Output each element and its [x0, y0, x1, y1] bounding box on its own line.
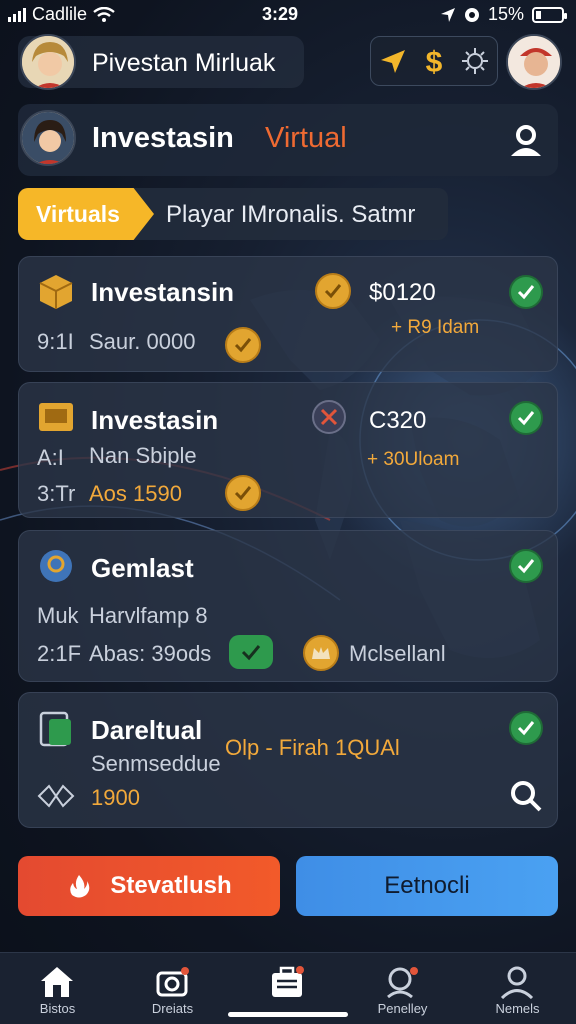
search-icon[interactable] — [509, 779, 543, 813]
user-avatar[interactable] — [20, 34, 76, 90]
check-icon — [509, 275, 543, 309]
send-icon[interactable] — [378, 46, 408, 76]
toolbar-actions: $ — [370, 36, 498, 86]
folder-icon — [39, 403, 73, 431]
card-value: 1900 — [91, 785, 140, 810]
tab-profile[interactable]: Nemels — [460, 953, 575, 1024]
card-time: 9:1I — [37, 329, 74, 354]
card-detail-2: Abas: 39ods — [89, 641, 212, 666]
secondary-action-label: Eetnocli — [384, 872, 470, 899]
card-title: Investansin — [91, 277, 235, 307]
card-title: Investasin — [91, 405, 219, 435]
battery-percent: 15% — [487, 4, 524, 24]
tab-label: Penelley — [377, 1001, 428, 1016]
card-time-2: 3:Tr — [37, 481, 76, 506]
dollar-icon[interactable]: $ — [421, 44, 447, 78]
secondary-avatar[interactable] — [506, 34, 562, 90]
investment-card-3[interactable]: Gemlast Muk Harvlfamp 8 2:1F Abas: 39ods… — [18, 530, 558, 682]
clock: 3:29 — [262, 4, 299, 24]
home-icon — [41, 967, 73, 997]
confirm-button[interactable] — [229, 635, 273, 669]
primary-action-label: Stevatlush — [110, 872, 232, 899]
app-header-avatar — [20, 110, 76, 166]
tab-label: Bistos — [39, 1001, 76, 1016]
category-bar: Virtuals Playar IMronalis. Satmr — [18, 188, 448, 240]
investment-card-2[interactable]: Investasin C320 A:I Nan Sbiple + 30Uloam… — [18, 382, 558, 518]
investment-card-1[interactable]: Investansin $0120 9:1I Saur. 0000 + R9 I… — [18, 256, 558, 372]
card-detail: Senmseddue — [91, 751, 221, 776]
search-person-icon — [387, 967, 418, 999]
check-icon — [509, 549, 543, 583]
svg-text:$: $ — [426, 46, 443, 78]
signal-icon — [8, 7, 26, 22]
profile-icon — [500, 966, 534, 999]
tab-home[interactable]: Bistos — [0, 953, 115, 1024]
card-detail-2: Aos 1590 — [89, 481, 182, 506]
card-detail: Nan Sbiple — [89, 443, 197, 468]
profile-title: Pivestan Mirluak — [92, 49, 276, 77]
flame-icon — [70, 875, 90, 898]
tag-icon — [312, 400, 346, 434]
check-icon — [509, 711, 543, 745]
card-title: Gemlast — [91, 553, 194, 583]
crown-icon — [303, 635, 339, 671]
card-title: Dareltual — [91, 715, 203, 745]
card-detail: Saur. 0000 — [89, 329, 196, 354]
virtuals-chip[interactable]: Virtuals — [18, 188, 154, 240]
card-amount: C320 — [369, 407, 427, 434]
location-arrow-icon — [440, 7, 455, 22]
card-time: A:I — [37, 445, 64, 470]
app-header: Investasin Virtual — [18, 104, 558, 176]
tab-search-people[interactable]: Penelley — [345, 953, 460, 1024]
carrier-name: Cadlile — [32, 4, 88, 24]
app-title-accent: Virtual — [265, 122, 347, 154]
tab-label: Nemels — [495, 1001, 540, 1016]
settings-icon[interactable] — [460, 46, 490, 76]
virtuals-chip-label: Virtuals — [36, 201, 120, 227]
focus-icon — [464, 7, 479, 22]
app-title: Investasin — [92, 122, 234, 154]
battery-icon — [532, 6, 567, 23]
camera-icon — [156, 967, 189, 997]
card-change: + 30Uloam — [367, 449, 460, 470]
network-icon — [37, 784, 75, 808]
check-icon — [509, 401, 543, 435]
box-icon — [39, 275, 73, 309]
secondary-action-button[interactable]: Eetnocli — [296, 856, 558, 916]
primary-action-button[interactable]: Stevatlush — [18, 856, 280, 916]
investment-card-4[interactable]: Dareltual Senmseddue Olp - Firah 1QUAl 1… — [18, 692, 558, 828]
coin-check-icon — [225, 327, 261, 363]
home-indicator[interactable] — [228, 1012, 348, 1017]
status-bar: Cadlile 3:29 15% — [0, 0, 576, 30]
card-label: Muk — [37, 603, 79, 628]
card-amount: $0120 — [369, 279, 436, 306]
card-tag: Olp - Firah 1QUAl — [225, 735, 400, 760]
briefcase-icon — [272, 966, 304, 997]
card-side-label: Mclsellanl — [349, 641, 446, 666]
document-icon — [39, 711, 71, 747]
tab-label: Dreiats — [151, 1001, 194, 1016]
coin-check-icon — [225, 475, 261, 511]
search-badge-icon — [40, 550, 72, 582]
category-subtitle: Playar IMronalis. Satmr — [166, 201, 416, 228]
card-change: + R9 Idam — [391, 317, 480, 338]
user-icon[interactable] — [508, 122, 544, 158]
card-detail: Harvlfamp 8 — [89, 603, 208, 628]
tab-camera[interactable]: Dreiats — [115, 953, 230, 1024]
card-time: 2:1F — [37, 641, 82, 666]
wifi-icon — [93, 6, 115, 22]
coin-check-icon — [315, 273, 351, 309]
